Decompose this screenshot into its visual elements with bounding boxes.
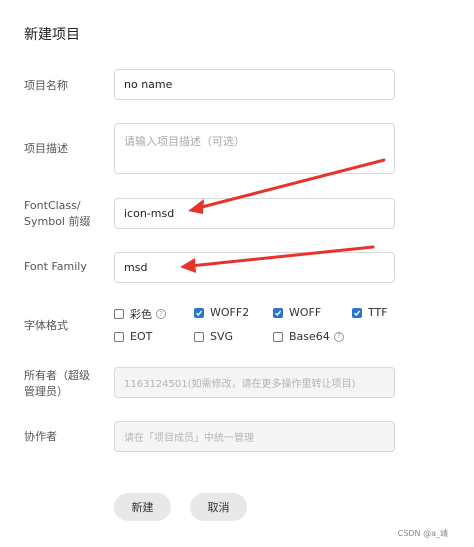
- arrow-head-fontclass: [188, 199, 204, 214]
- arrow-to-fontfamily: [188, 245, 375, 268]
- annotation-arrows: [180, 158, 386, 273]
- arrow-to-fontclass: [196, 158, 386, 210]
- arrow-head-fontfamily: [180, 258, 196, 273]
